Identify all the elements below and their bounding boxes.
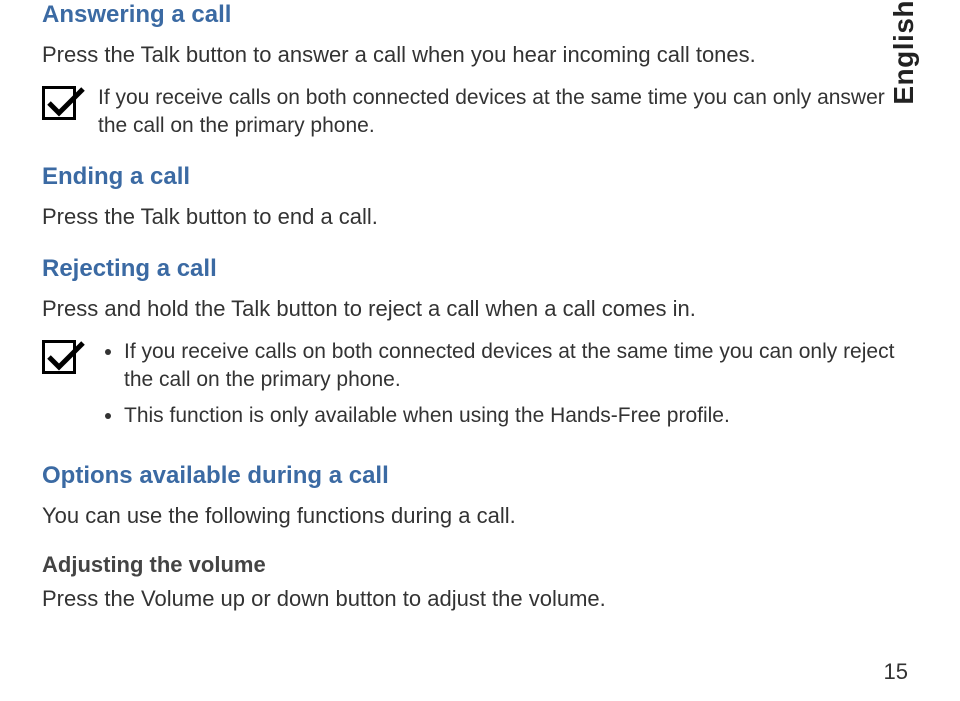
note-list-body: If you receive calls on both connected d… bbox=[98, 338, 908, 439]
body-adjusting: Press the Volume up or down button to ad… bbox=[42, 584, 908, 614]
section-rejecting: Rejecting a call Press and hold the Talk… bbox=[42, 254, 908, 439]
page-content: Answering a call Press the Talk button t… bbox=[0, 0, 960, 614]
heading-ending: Ending a call bbox=[42, 162, 908, 192]
page-number: 15 bbox=[884, 659, 908, 685]
heading-answering: Answering a call bbox=[42, 0, 908, 30]
note-answering: If you receive calls on both connected d… bbox=[42, 84, 908, 141]
heading-rejecting: Rejecting a call bbox=[42, 254, 908, 284]
section-adjusting: Adjusting the volume Press the Volume up… bbox=[42, 552, 908, 614]
body-options: You can use the following functions duri… bbox=[42, 501, 908, 531]
subheading-adjusting: Adjusting the volume bbox=[42, 552, 908, 578]
check-icon bbox=[42, 340, 76, 374]
body-answering: Press the Talk button to answer a call w… bbox=[42, 40, 908, 70]
note-text: If you receive calls on both connected d… bbox=[98, 84, 908, 141]
note-list-item: This function is only available when usi… bbox=[124, 402, 908, 430]
heading-options: Options available during a call bbox=[42, 461, 908, 491]
check-icon bbox=[42, 86, 76, 120]
note-rejecting: If you receive calls on both connected d… bbox=[42, 338, 908, 439]
section-ending: Ending a call Press the Talk button to e… bbox=[42, 162, 908, 232]
body-rejecting: Press and hold the Talk button to reject… bbox=[42, 294, 908, 324]
section-answering: Answering a call Press the Talk button t… bbox=[42, 0, 908, 140]
section-options: Options available during a call You can … bbox=[42, 461, 908, 531]
note-list-item: If you receive calls on both connected d… bbox=[124, 338, 908, 395]
body-ending: Press the Talk button to end a call. bbox=[42, 202, 908, 232]
